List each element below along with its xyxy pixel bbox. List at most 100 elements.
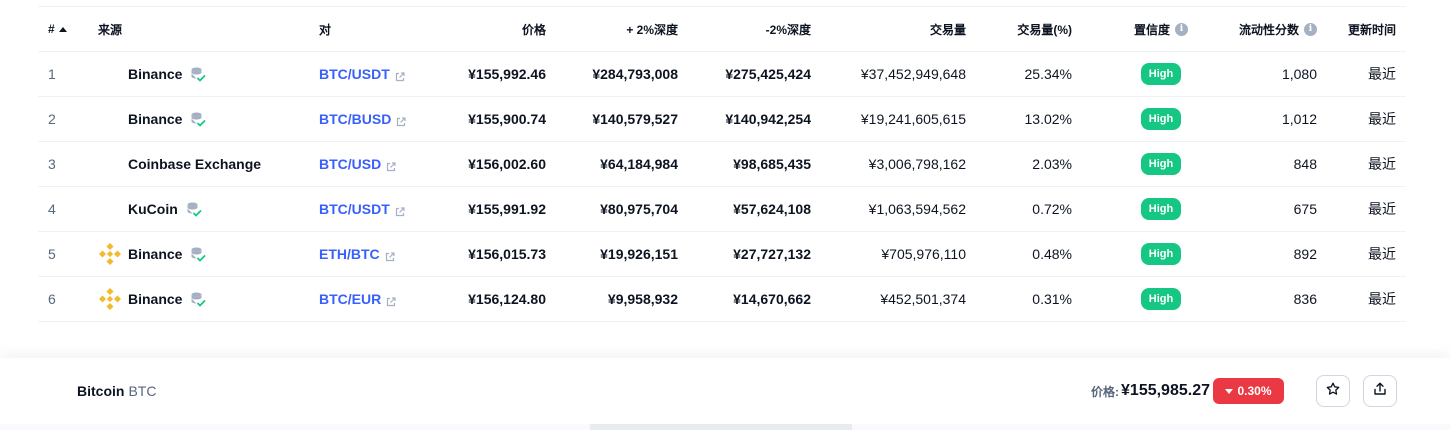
- table-row[interactable]: 6 Binance BTC/EUR ¥156,124.80 ¥9,958,932…: [38, 277, 1406, 322]
- price-cell: ¥155,991.92: [416, 187, 546, 231]
- header-source-label: 来源: [98, 22, 123, 37]
- header-source[interactable]: 来源: [98, 7, 298, 51]
- liquidity-value: 1,012: [1281, 111, 1317, 127]
- pair-link[interactable]: ETH/BTC: [319, 246, 380, 262]
- price-cell: ¥156,002.60: [416, 142, 546, 186]
- source-name[interactable]: KuCoin: [128, 201, 178, 217]
- header-volume-pct[interactable]: 交易量(%): [972, 7, 1072, 51]
- source-name[interactable]: Binance: [128, 111, 182, 127]
- source-cell[interactable]: Binance: [98, 232, 298, 276]
- confidence-badge: High: [1140, 198, 1182, 220]
- header-depth-plus[interactable]: + 2%深度: [548, 7, 678, 51]
- pair-link[interactable]: BTC/EUR: [319, 291, 381, 307]
- rank-value: 2: [48, 111, 56, 127]
- depth-minus-value: ¥14,670,662: [733, 291, 811, 307]
- volume-pct-cell: 0.31%: [972, 277, 1072, 321]
- source-name[interactable]: Coinbase Exchange: [128, 156, 261, 172]
- rank-value: 3: [48, 156, 56, 172]
- confidence-badge: High: [1140, 288, 1182, 310]
- source-cell[interactable]: Binance: [98, 52, 298, 96]
- table-body: 1 Binance BTC/USDT ¥155,992.46 ¥284,793,…: [38, 52, 1406, 322]
- volume-value: ¥705,976,110: [881, 246, 966, 262]
- confidence-cell: High: [1118, 187, 1204, 231]
- confidence-cell: High: [1118, 277, 1204, 321]
- table-row[interactable]: 2 Binance BTC/BUSD ¥155,900.74 ¥140,579,…: [38, 97, 1406, 142]
- volume-pct-cell: 2.03%: [972, 142, 1072, 186]
- rank-value: 5: [48, 246, 56, 262]
- table-header-row: # 来源 对 价格 + 2%深度 -2%深度 交易量 交易量(%) 置信度 i …: [38, 6, 1406, 52]
- confidence-badge: High: [1140, 153, 1182, 175]
- volume-pct-cell: 25.34%: [972, 52, 1072, 96]
- header-price-label: 价格: [521, 22, 546, 37]
- external-link-icon[interactable]: [395, 204, 405, 217]
- table-row[interactable]: 4 KuCoin BTC/USDT ¥155,991.92 ¥80,975,70…: [38, 187, 1406, 232]
- star-icon: [1326, 382, 1340, 401]
- external-link-icon[interactable]: [386, 294, 396, 307]
- markets-table: # 来源 对 价格 + 2%深度 -2%深度 交易量 交易量(%) 置信度 i …: [38, 6, 1406, 322]
- source-cell[interactable]: Coinbase Exchange: [98, 142, 298, 186]
- price-change-value: 0.30%: [1237, 384, 1272, 398]
- volume-value: ¥37,452,949,648: [860, 66, 966, 82]
- info-icon[interactable]: i: [1304, 22, 1317, 36]
- depth-minus-value: ¥98,685,435: [733, 156, 811, 172]
- pair-link[interactable]: BTC/USD: [319, 156, 381, 172]
- depth-minus-cell: ¥140,942,254: [681, 97, 811, 141]
- header-depth-minus[interactable]: -2%深度: [681, 7, 811, 51]
- pair-link[interactable]: BTC/BUSD: [319, 111, 391, 127]
- source-name[interactable]: Binance: [128, 66, 182, 82]
- updated-cell: 最近: [1326, 142, 1396, 186]
- price-cell: ¥155,992.46: [416, 52, 546, 96]
- source-cell[interactable]: Binance: [98, 97, 298, 141]
- header-rank[interactable]: #: [48, 7, 88, 51]
- rank-value: 4: [48, 201, 56, 217]
- page-footer-tab: [590, 424, 852, 430]
- header-price[interactable]: 价格: [416, 7, 546, 51]
- volume-value: ¥19,241,605,615: [860, 111, 966, 127]
- sort-ascending-icon: [58, 26, 67, 32]
- price-cell: ¥155,900.74: [416, 97, 546, 141]
- external-link-icon[interactable]: [385, 249, 395, 262]
- source-name[interactable]: Binance: [128, 291, 182, 307]
- header-volume[interactable]: 交易量: [816, 7, 966, 51]
- updated-value: 最近: [1368, 111, 1396, 127]
- price-change-badge: 0.30%: [1213, 378, 1284, 404]
- share-button[interactable]: [1363, 375, 1397, 407]
- database-check-icon: [190, 246, 206, 262]
- header-liquidity[interactable]: 流动性分数 i: [1197, 7, 1317, 51]
- pair-link[interactable]: BTC/USDT: [319, 201, 390, 217]
- updated-cell: 最近: [1326, 97, 1396, 141]
- liquidity-value: 675: [1293, 201, 1317, 217]
- volume-pct-cell: 0.72%: [972, 187, 1072, 231]
- table-row[interactable]: 1 Binance BTC/USDT ¥155,992.46 ¥284,793,…: [38, 52, 1406, 97]
- header-confidence[interactable]: 置信度 i: [1118, 7, 1204, 51]
- header-updated[interactable]: 更新时间: [1326, 7, 1396, 51]
- volume-cell: ¥19,241,605,615: [816, 97, 966, 141]
- depth-plus-cell: ¥19,926,151: [548, 232, 678, 276]
- source-cell[interactable]: KuCoin: [98, 187, 298, 231]
- rank-cell: 1: [48, 52, 88, 96]
- source-cell[interactable]: Binance: [98, 277, 298, 321]
- rank-value: 1: [48, 66, 56, 82]
- coin-name: Bitcoin: [77, 383, 125, 399]
- watchlist-star-button[interactable]: [1316, 375, 1350, 407]
- liquidity-cell: 1,012: [1197, 97, 1317, 141]
- depth-minus-value: ¥140,942,254: [725, 111, 811, 127]
- pair-link[interactable]: BTC/USDT: [319, 66, 390, 82]
- volume-cell: ¥705,976,110: [816, 232, 966, 276]
- external-link-icon[interactable]: [395, 69, 405, 82]
- price-value: ¥155,985.27: [1121, 382, 1210, 399]
- confidence-cell: High: [1118, 142, 1204, 186]
- header-pair-label: 对: [319, 22, 332, 37]
- depth-minus-value: ¥275,425,424: [725, 66, 811, 82]
- external-link-icon[interactable]: [396, 114, 406, 127]
- external-link-icon[interactable]: [386, 159, 396, 172]
- source-name[interactable]: Binance: [128, 246, 182, 262]
- table-row[interactable]: 5 Binance ETH/BTC ¥156,015.73 ¥19,926,15…: [38, 232, 1406, 277]
- updated-cell: 最近: [1326, 187, 1396, 231]
- header-depth-plus-label: + 2%深度: [626, 22, 678, 37]
- info-icon[interactable]: i: [1175, 22, 1188, 36]
- table-row[interactable]: 3 Coinbase Exchange BTC/USD ¥156,002.60 …: [38, 142, 1406, 187]
- liquidity-cell: 892: [1197, 232, 1317, 276]
- volume-pct-value: 0.31%: [1032, 291, 1072, 307]
- confidence-badge: High: [1140, 243, 1182, 265]
